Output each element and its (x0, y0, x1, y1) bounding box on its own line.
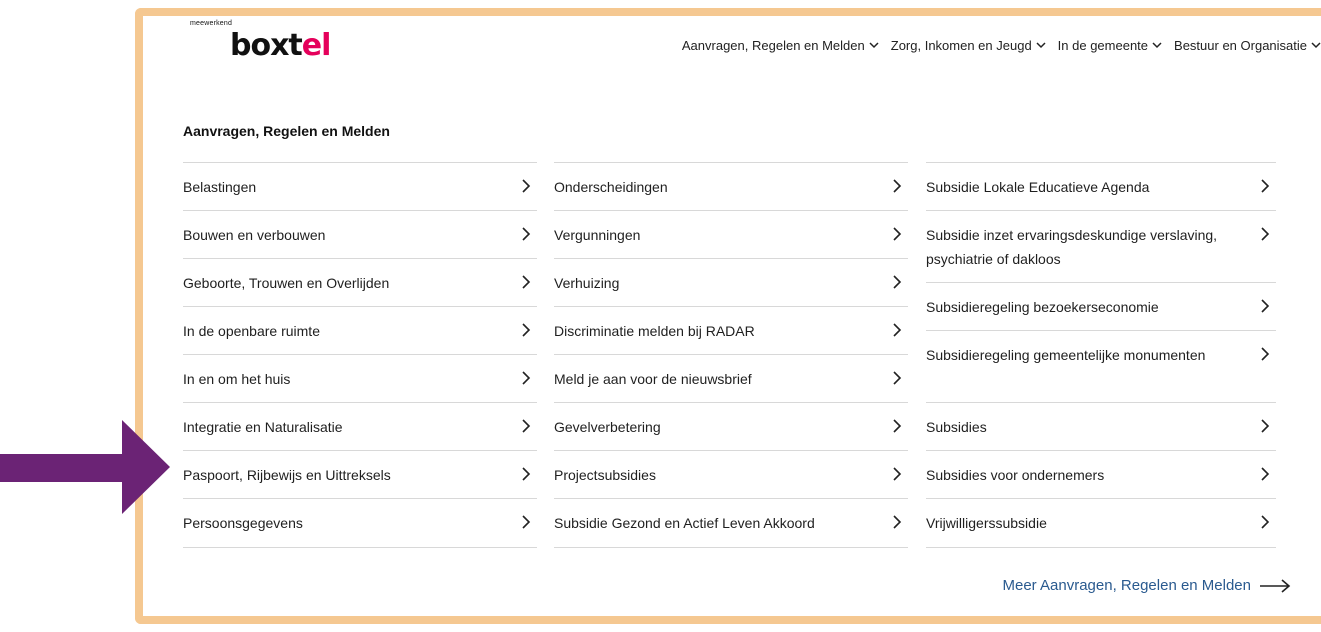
arrow-right-icon (1260, 578, 1291, 593)
menu-item[interactable]: Discriminatie melden bij RADAR (554, 307, 908, 355)
menu-item-label: Subsidies voor ondernemers (926, 467, 1105, 483)
menu-item[interactable]: In de openbare ruimte (183, 307, 537, 355)
chevron-down-icon (869, 42, 879, 49)
annotation-arrow-shape (0, 420, 170, 514)
menu-item[interactable]: Onderscheidingen (554, 163, 908, 211)
chevron-right-icon (522, 371, 531, 385)
menu-item[interactable]: Meld je aan voor de nieuwsbrief (554, 355, 908, 403)
menu-item[interactable]: Projectsubsidies (554, 451, 908, 499)
topnav-label: Bestuur en Organisatie (1174, 38, 1307, 53)
chevron-right-icon (1261, 515, 1270, 529)
chevron-right-icon (522, 179, 531, 193)
chevron-right-icon (893, 467, 902, 481)
chevron-right-icon (522, 227, 531, 241)
chevron-down-icon (1152, 42, 1162, 49)
menu-item-label: Vergunningen (554, 227, 641, 243)
menu-item-label: Belastingen (183, 179, 257, 195)
menu-item[interactable]: Vrijwilligerssubsidie (926, 499, 1276, 548)
menu-item[interactable]: Verhuizing (554, 259, 908, 307)
menu-item-label: Subsidie Lokale Educatieve Agenda (926, 179, 1150, 195)
chevron-down-icon (1311, 42, 1321, 49)
chevron-right-icon (893, 227, 902, 241)
chevron-right-icon (893, 419, 902, 433)
chevron-right-icon (522, 419, 531, 433)
chevron-right-icon (522, 275, 531, 289)
topnav-label: Zorg, Inkomen en Jeugd (890, 38, 1032, 53)
topnav-zorg[interactable]: Zorg, Inkomen en Jeugd (891, 38, 1046, 53)
menu-item[interactable]: Subsidie Gezond en Actief Leven Akkoord (554, 499, 908, 548)
menu-item-label: Projectsubsidies (554, 467, 656, 483)
menu-item-label: Subsidie inzet ervaringsdeskundige versl… (926, 227, 1218, 267)
section-heading: Aanvragen, Regelen en Melden (183, 123, 390, 139)
menu-item[interactable]: In en om het huis (183, 355, 537, 403)
menu-item[interactable]: Subsidies (926, 403, 1276, 451)
chevron-right-icon (1261, 179, 1270, 193)
chevron-right-icon (1261, 467, 1270, 481)
chevron-right-icon (893, 323, 902, 337)
menu-item[interactable]: Belastingen (183, 163, 537, 211)
menu-column-3: Subsidie Lokale Educatieve Agenda Subsidi… (926, 162, 1276, 548)
menu-item[interactable]: Gevelverbetering (554, 403, 908, 451)
menu-item-label: Meld je aan voor de nieuwsbrief (554, 371, 752, 387)
menu-item-label: Subsidieregeling gemeentelijke monumente… (926, 347, 1206, 363)
topnav-bestuur[interactable]: Bestuur en Organisatie (1174, 38, 1321, 53)
topnav-label: Aanvragen, Regelen en Melden (681, 38, 865, 53)
more-link[interactable]: Meer Aanvragen, Regelen en Melden (1003, 577, 1292, 594)
chevron-right-icon (893, 515, 902, 529)
menu-item[interactable]: Subsidie inzet ervaringsdeskundige versl… (926, 211, 1276, 283)
menu-item[interactable]: Persoonsgegevens (183, 499, 537, 548)
menu-item-label: Gevelverbetering (554, 419, 661, 435)
menu-item-label: Vrijwilligerssubsidie (926, 515, 1047, 531)
purple-arrow-annotation (0, 420, 170, 514)
menu-item-label: Paspoort, Rijbewijs en Uittreksels (183, 467, 391, 483)
boxtel-logo[interactable]: meewerkend boxtel (190, 20, 331, 72)
menu-item-label: Bouwen en verbouwen (183, 227, 326, 243)
menu-item[interactable]: Bouwen en verbouwen (183, 211, 537, 259)
menu-item-label: In de openbare ruimte (183, 323, 320, 339)
top-navigation: Aanvragen, Regelen en Melden Zorg, Inkom… (682, 38, 1321, 53)
chevron-right-icon (1261, 419, 1270, 433)
menu-item-label: Subsidies (926, 419, 987, 435)
chevron-right-icon (522, 515, 531, 529)
menu-item[interactable]: Paspoort, Rijbewijs en Uittreksels (183, 451, 537, 499)
logo-wordmark: boxtel (230, 28, 331, 63)
menu-item[interactable]: Subsidie Lokale Educatieve Agenda (926, 163, 1276, 211)
menu-item-label: Subsidie Gezond en Actief Leven Akkoord (554, 515, 815, 531)
menu-column-2: Onderscheidingen Vergunningen Verhuizing Di… (554, 162, 908, 548)
menu-item[interactable]: Geboorte, Trouwen en Overlijden (183, 259, 537, 307)
chevron-right-icon (1261, 299, 1270, 313)
menu-item[interactable]: Integratie en Naturalisatie (183, 403, 537, 451)
chevron-right-icon (522, 323, 531, 337)
more-link-label: Meer Aanvragen, Regelen en Melden (1002, 577, 1252, 594)
menu-item-label: Persoonsgegevens (183, 515, 303, 531)
menu-item-label: Subsidieregeling bezoekerseconomie (926, 299, 1159, 315)
menu-item-label: Onderscheidingen (554, 179, 668, 195)
menu-panel: meewerkend boxtel Aanvragen, Regelen en … (135, 8, 1321, 624)
menu-item[interactable]: Vergunningen (554, 211, 908, 259)
chevron-right-icon (1261, 347, 1270, 361)
chevron-right-icon (893, 179, 902, 193)
topnav-aanvragen[interactable]: Aanvragen, Regelen en Melden (682, 38, 879, 53)
topnav-label: In de gemeente (1057, 38, 1149, 53)
menu-item[interactable]: Subsidieregeling gemeentelijke monumente… (926, 331, 1276, 403)
menu-item[interactable]: Subsidies voor ondernemers (926, 451, 1276, 499)
logo-tagline: meewerkend (190, 20, 233, 27)
chevron-right-icon (522, 467, 531, 481)
chevron-right-icon (893, 275, 902, 289)
chevron-right-icon (893, 371, 902, 385)
menu-column-1: Belastingen Bouwen en verbouwen Geboorte, … (183, 162, 537, 548)
menu-item-label: In en om het huis (183, 371, 291, 387)
menu-item-label: Discriminatie melden bij RADAR (554, 323, 755, 339)
menu-item[interactable]: Subsidieregeling bezoekerseconomie (926, 283, 1276, 331)
topnav-gemeente[interactable]: In de gemeente (1058, 38, 1162, 53)
chevron-down-icon (1036, 42, 1046, 49)
chevron-right-icon (1261, 227, 1270, 241)
menu-item-label: Integratie en Naturalisatie (183, 419, 343, 435)
menu-item-label: Verhuizing (554, 275, 620, 291)
menu-item-label: Geboorte, Trouwen en Overlijden (183, 275, 390, 291)
